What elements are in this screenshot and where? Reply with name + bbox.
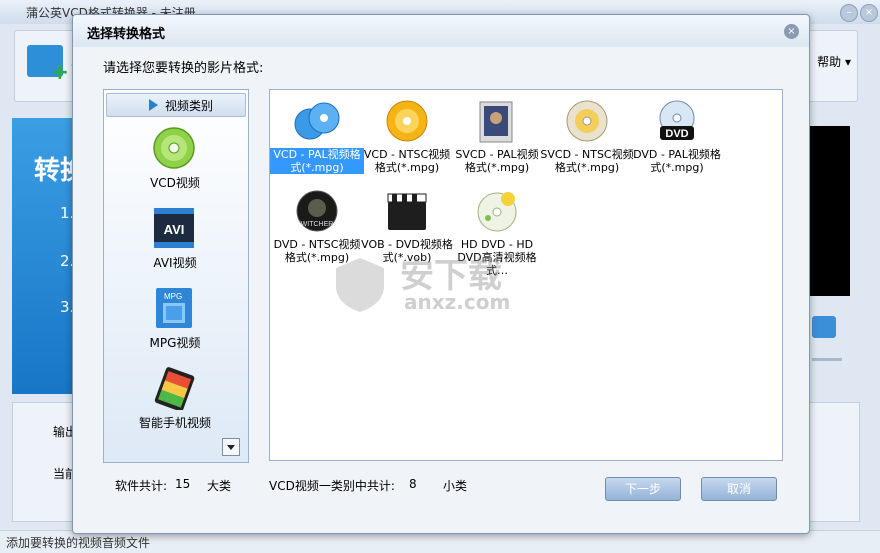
total-count: 15 — [175, 477, 191, 491]
format-item-svcd-pal[interactable]: SVCD - PAL视频格式(*.mpg) — [452, 94, 542, 178]
total-label: 软件共计: — [115, 479, 168, 493]
vcd-disc-icon — [153, 127, 195, 169]
category-count-label: VCD视频一类别中共计: — [269, 479, 395, 493]
format-label: DVD - PAL视频格式(*.mpg) — [633, 148, 721, 174]
shield-icon — [336, 258, 384, 312]
svg-text:AVI: AVI — [164, 222, 185, 237]
mpg-file-icon: MPG — [156, 288, 192, 328]
total-unit: 大类 — [207, 479, 232, 493]
avi-film-icon: AVI — [154, 208, 194, 248]
category-label: VCD视频 — [150, 176, 200, 190]
dialog-title: 选择转换格式 — [87, 27, 166, 42]
svcd-pal-icon — [479, 101, 513, 143]
vob-clapper-icon — [387, 193, 427, 230]
smartphone-icon — [154, 367, 195, 410]
category-item-smartphone[interactable]: 智能手机视频 — [106, 364, 244, 442]
cancel-button[interactable]: 取消 — [701, 477, 777, 501]
category-item-vcd[interactable]: VCD视频 — [106, 124, 244, 202]
category-panel: 视频类别 VCD视频 AVI AVI视频 MPG MPG视频 智能手机视频 — [103, 89, 249, 463]
vcd-ntsc-disc-icon — [386, 100, 428, 142]
format-label: SVCD - NTSC视频格式(*.mpg) — [540, 148, 634, 174]
close-main-button[interactable]: × — [860, 4, 878, 22]
add-video-icon[interactable] — [27, 45, 69, 85]
minimize-button[interactable]: – — [840, 4, 858, 22]
status-text: 添加要转换的视频音频文件 — [6, 536, 151, 550]
format-label: VCD - NTSC视频格式(*.mpg) — [363, 148, 451, 174]
folder-icon[interactable] — [812, 316, 836, 338]
category-label: 智能手机视频 — [138, 416, 211, 430]
play-arrow-icon — [149, 99, 158, 111]
next-button[interactable]: 下一步 — [605, 477, 681, 501]
volume-slider[interactable] — [812, 358, 842, 361]
format-label: SVCD - PAL视频格式(*.mpg) — [455, 148, 539, 174]
vcd-pal-disc-icon — [294, 102, 340, 140]
format-item-vcd-pal[interactable]: VCD - PAL视频格式(*.mpg) — [270, 94, 364, 178]
category-unit: 小类 — [443, 479, 468, 493]
category-item-avi[interactable]: AVI AVI视频 — [106, 204, 244, 282]
dvd-ntsc-icon: WITCHER — [296, 190, 338, 232]
category-label: AVI视频 — [153, 256, 197, 270]
format-label: VCD - PAL视频格式(*.mpg) — [270, 148, 364, 174]
category-header[interactable]: 视频类别 — [106, 93, 246, 117]
dialog-titlebar[interactable]: 选择转换格式 × — [73, 15, 809, 47]
dvd-pal-icon: DVD — [659, 100, 695, 140]
watermark: 安下载 anxz.com — [330, 248, 550, 318]
watermark-subtext: anxz.com — [404, 290, 511, 314]
svg-text:DVD: DVD — [665, 128, 688, 140]
format-item-dvd-pal[interactable]: DVD DVD - PAL视频格式(*.mpg) — [632, 94, 722, 178]
dialog-prompt: 请选择您要转换的影片格式: — [103, 61, 264, 76]
svcd-ntsc-disc-icon — [566, 100, 608, 142]
svg-text:MPG: MPG — [164, 292, 182, 301]
format-item-svcd-ntsc[interactable]: SVCD - NTSC视频格式(*.mpg) — [540, 94, 634, 178]
video-preview — [810, 126, 850, 296]
category-item-mpg[interactable]: MPG MPG视频 — [106, 284, 244, 362]
scroll-down-button[interactable] — [222, 438, 240, 456]
category-header-label: 视频类别 — [165, 99, 214, 113]
svg-text:WITCHER: WITCHER — [301, 221, 334, 228]
category-count: 8 — [409, 477, 417, 491]
category-label: MPG视频 — [149, 336, 201, 350]
hd-dvd-disc-icon — [477, 192, 517, 232]
format-item-vcd-ntsc[interactable]: VCD - NTSC视频格式(*.mpg) — [362, 94, 452, 178]
help-menu-button[interactable]: 帮助 ▾ — [817, 53, 851, 70]
dialog-close-icon[interactable]: × — [784, 24, 799, 39]
